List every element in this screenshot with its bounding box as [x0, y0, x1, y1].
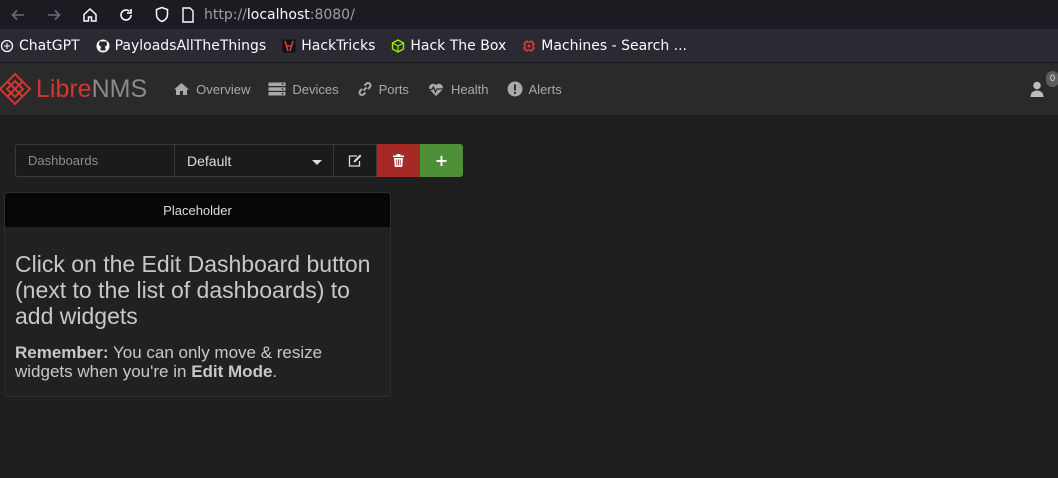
dashboard-select-value: Default	[187, 152, 232, 169]
logo-wordmark: LibreNMS	[36, 74, 148, 103]
remember-label: Remember:	[15, 343, 109, 362]
bookmark-label: PayloadsAllTheThings	[114, 37, 267, 54]
edit-icon	[348, 154, 362, 167]
bookmark-hackthebox[interactable]: Hack The Box	[391, 29, 506, 63]
reload-icon	[120, 8, 132, 21]
user-icon	[1030, 81, 1044, 97]
back-button[interactable]	[0, 0, 36, 29]
plus-icon: +	[434, 151, 449, 170]
nav-alerts[interactable]: Alerts	[507, 63, 562, 115]
nav-label: Devices	[292, 81, 339, 97]
url-host: localhost	[246, 6, 310, 23]
nav-ports[interactable]: Ports	[357, 63, 409, 115]
nav-label: Alerts	[528, 81, 562, 97]
url-port: :8080/	[309, 6, 355, 23]
bookmark-payloadsallthethings[interactable]: PayloadsAllTheThings	[96, 29, 267, 63]
nav-label: Health	[450, 81, 489, 97]
reload-button[interactable]	[108, 0, 144, 29]
widget-title: Placeholder	[5, 193, 390, 227]
hackthebox-icon	[391, 38, 405, 53]
bookmark-label: Hack The Box	[410, 37, 507, 54]
dashboard-controls: Dashboards Default +	[15, 144, 463, 177]
user-menu[interactable]: 0	[1030, 63, 1058, 115]
widget-note: Remember: You can only move & resize wid…	[15, 343, 380, 381]
arrow-left-icon	[11, 9, 24, 20]
home-icon	[173, 82, 190, 96]
bookmark-label: HackTricks	[301, 37, 376, 54]
bookmark-label: ChatGPT	[19, 37, 80, 54]
librenms-logo[interactable]: LibreNMS	[0, 63, 147, 115]
machines-icon	[522, 39, 536, 53]
exclamation-circle-icon	[507, 81, 523, 97]
dashboard-select[interactable]: Default	[175, 144, 334, 177]
home-button[interactable]	[72, 0, 108, 29]
edit-mode-text: Edit Mode	[191, 362, 273, 381]
link-icon	[357, 81, 373, 97]
trash-icon	[393, 154, 404, 167]
edit-dashboard-button[interactable]	[334, 144, 377, 177]
house-icon	[83, 7, 97, 22]
tracking-protection-icon[interactable]	[152, 6, 172, 23]
bookmark-machines-search[interactable]: Machines - Search ...	[522, 29, 687, 63]
notification-badge: 0	[1046, 71, 1058, 87]
nav-overview[interactable]: Overview	[173, 63, 250, 115]
arrow-right-icon	[48, 9, 61, 20]
widget-body: Click on the Edit Dashboard button (next…	[5, 227, 390, 381]
url-field[interactable]: http://localhost:8080/	[204, 7, 355, 23]
nav-label: Ports	[378, 81, 409, 97]
dashboards-label: Dashboards	[15, 144, 175, 177]
nav-health[interactable]: Health	[427, 63, 489, 115]
server-icon	[268, 82, 286, 96]
widget-heading: Click on the Edit Dashboard button (next…	[15, 251, 371, 329]
nav-label: Overview	[196, 81, 251, 97]
hacktricks-icon	[282, 39, 296, 53]
heartbeat-icon	[427, 82, 445, 97]
forward-button[interactable]	[36, 0, 72, 29]
chatgpt-icon	[0, 39, 14, 53]
url-scheme: http://	[204, 6, 247, 23]
period: .	[272, 362, 278, 381]
librenms-logo-icon	[0, 72, 32, 106]
bookmarks-toolbar: ChatGPT PayloadsAllTheThings HackTricks …	[0, 29, 1058, 63]
placeholder-widget[interactable]: Placeholder Click on the Edit Dashboard …	[4, 192, 391, 397]
github-icon	[96, 39, 110, 53]
bookmark-hacktricks[interactable]: HackTricks	[282, 29, 375, 63]
bookmark-label: Machines - Search ...	[541, 37, 687, 54]
page-icon[interactable]	[178, 6, 198, 23]
delete-dashboard-button[interactable]	[377, 144, 420, 177]
nav-devices[interactable]: Devices	[268, 63, 339, 115]
main-navbar: LibreNMS Overview Devices Ports Health A…	[0, 63, 1058, 115]
browser-toolbar: http://localhost:8080/	[0, 0, 1058, 29]
bookmark-chatgpt[interactable]: ChatGPT	[0, 29, 80, 63]
add-dashboard-button[interactable]: +	[420, 144, 463, 177]
caret-down-icon	[312, 160, 322, 165]
